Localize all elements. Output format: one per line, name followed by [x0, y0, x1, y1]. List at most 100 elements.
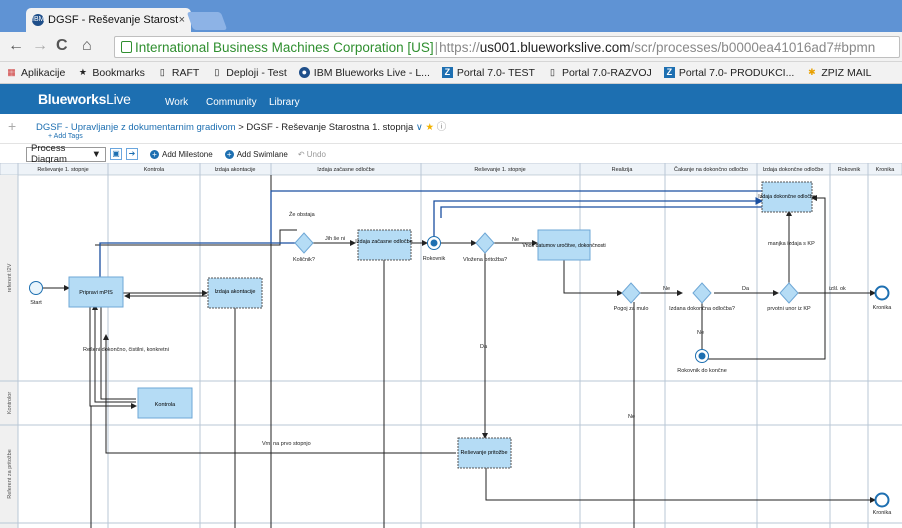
blueworks-logo[interactable]: BlueworksLive [38, 91, 131, 107]
milestone-header[interactable]: Reševanje 1. stopnje [474, 167, 525, 173]
browser-tab-strip: IBM DGSF - Reševanje Starostna × [0, 0, 902, 32]
flow-label: izšl. ok [829, 286, 846, 292]
home-icon[interactable]: ⌂ [82, 37, 92, 55]
address-bar[interactable]: International Business Machines Corporat… [114, 36, 900, 58]
milestone-header[interactable]: Čakanje na dokončno odločbo [674, 166, 748, 173]
plus-circle-icon: + [224, 149, 234, 159]
view-select-value: Process Diagram [31, 143, 67, 165]
bookmark-label: Portal 7.0- PRODUKCI... [678, 66, 795, 79]
url-path: /scr/processes/b0000ea41016ad7#bpmn [630, 39, 876, 55]
milestone-header[interactable]: Izdaja začasne odločbe [317, 167, 374, 173]
ibm-favicon-icon: IBM [32, 14, 44, 26]
breadcrumb-separator: > [238, 122, 244, 133]
breadcrumb-line: DGSF - Upravljanje z dokumentarnim gradi… [36, 119, 446, 133]
add-tags-link[interactable]: + Add Tags [48, 133, 83, 140]
task-resevanje-pritozbe[interactable]: Reševanje pritožbe [457, 437, 512, 469]
gateway-label: Vložena pritožba? [463, 257, 507, 263]
add-swimlane-button[interactable]: + Add Swimlane [224, 149, 288, 159]
event-label: Kronika [873, 510, 893, 516]
bookmark-portal-produkcija[interactable]: Z Portal 7.0- PRODUKCI... [663, 66, 795, 79]
brand-bold: Blueworks [38, 91, 107, 107]
chevron-down-icon[interactable]: ∨ [416, 122, 423, 133]
view-select[interactable]: Process Diagram ▼ [26, 143, 106, 165]
bookmark-bookmarks[interactable]: ★ Bookmarks [77, 67, 145, 79]
close-tab-icon[interactable]: × [179, 14, 185, 26]
bookmark-label: Aplikacije [21, 66, 66, 79]
flow-label: Da [480, 344, 488, 350]
end-event[interactable] [874, 492, 890, 508]
task-label: Pripravi mPIS [79, 290, 113, 296]
flow-label: Ne [663, 286, 670, 292]
nav-community[interactable]: Community [206, 97, 257, 108]
flow-label: Vrni na prvo stopnjo [262, 441, 311, 447]
bookmark-portal-razvoj[interactable]: ▯ Portal 7.0-RAZVOJ [547, 67, 652, 79]
event-label: Rokovnik do končne [677, 368, 727, 374]
nav-work[interactable]: Work [165, 97, 188, 108]
flow-label: manjka izdaja s KP [768, 241, 815, 247]
bookmark-ibm-blueworks[interactable]: ● IBM Blueworks Live - L... [298, 66, 430, 79]
flow-label: Da [742, 286, 750, 292]
timer-event-rokovnik[interactable] [427, 236, 441, 250]
lane-label[interactable]: Referent za pritožbe [7, 449, 13, 499]
milestone-header[interactable]: Kontrola [144, 167, 165, 173]
plus-icon[interactable]: + [8, 118, 16, 134]
bookmark-label: RAFT [171, 66, 200, 79]
forward-arrow-icon[interactable]: → [32, 37, 48, 55]
dropdown-arrow-icon: ▼ [91, 148, 101, 160]
start-event[interactable] [29, 281, 43, 295]
task-pripravi-mpis[interactable]: Pripravi mPIS [68, 276, 124, 308]
bookmark-raft[interactable]: ▯ RAFT [157, 67, 199, 79]
info-icon[interactable]: ⓘ [437, 122, 447, 133]
end-event[interactable] [874, 285, 890, 301]
browser-tab[interactable]: IBM DGSF - Reševanje Starostna × [26, 8, 191, 32]
tab-title: DGSF - Reševanje Starostna [48, 14, 179, 26]
expand-icon[interactable]: ➔ [126, 148, 138, 160]
milestone-header[interactable]: Realizija [612, 167, 634, 173]
bookmark-portal-test[interactable]: Z Portal 7.0- TEST [441, 67, 535, 79]
task-izdaja-akontacije[interactable]: Izdaja akontacije [207, 277, 263, 309]
task-izdaja-dokoncne[interactable]: Izdaja dokončne odločbe [758, 181, 816, 213]
z-icon: Z [441, 67, 453, 78]
milestone-header[interactable]: Reševanje 1. stopnje [37, 167, 88, 173]
process-diagram: Reševanje 1. stopnje Kontrola Izdaja ako… [0, 163, 902, 528]
breadcrumb-parent[interactable]: DGSF - Upravljanje z dokumentarnim gradi… [36, 122, 236, 133]
url-host: us001.blueworkslive.com [479, 39, 631, 55]
milestone-header[interactable]: Rokovnik [838, 167, 861, 173]
bookmark-deploji[interactable]: ▯ Deploji - Test [211, 67, 286, 79]
page-icon: ▯ [214, 67, 220, 77]
bookmark-label: Portal 7.0-RAZVOJ [561, 66, 652, 79]
omnibox-separator: | [434, 39, 439, 55]
bookmark-aplikacije[interactable]: ▦ Aplikacije [6, 67, 65, 79]
gateway-label: prvotni unor iz KP [767, 306, 811, 312]
bookmark-zpiz-mail[interactable]: ✱ ZPIZ MAIL [806, 67, 871, 79]
lane-label[interactable]: referent I2V [7, 263, 13, 292]
apps-icon: ▦ [7, 67, 16, 77]
back-arrow-icon[interactable]: ← [8, 37, 24, 55]
bookmark-label: IBM Blueworks Live - L... [313, 66, 430, 79]
ibm-icon: ● [298, 67, 310, 78]
diagram-toolbar: Process Diagram ▼ ▣ ➔ + Add Milestone + Add… [0, 143, 902, 165]
plus-circle-icon: + [150, 149, 159, 159]
flow-label: Ne [628, 414, 635, 420]
task-izdaja-zacasne[interactable]: Izdaja začasne odločbe [355, 229, 413, 261]
fit-view-icon[interactable]: ▣ [110, 148, 122, 160]
reload-icon[interactable]: C [56, 37, 68, 55]
milestone-header[interactable]: Kronika [876, 167, 896, 173]
add-swimlane-label: Add Swimlane [236, 149, 288, 159]
lane-label[interactable]: Kontrolor [7, 392, 13, 414]
undo-button[interactable]: ↶ Undo [298, 150, 326, 159]
page-icon: ▯ [549, 67, 555, 77]
milestone-header[interactable]: Izdaja dokončne odločbe [763, 167, 824, 173]
task-kontrola[interactable]: Kontrola [137, 387, 193, 419]
new-tab-button[interactable] [186, 12, 228, 30]
event-label: Rokovnik [423, 256, 446, 262]
milestone-header[interactable]: Izdaja akontacije [215, 167, 256, 173]
mail-icon: ✱ [808, 67, 816, 77]
browser-toolbar: ← → C ⌂ International Business Machines … [0, 32, 902, 62]
flow-label: Že obstaja [289, 210, 316, 218]
add-milestone-button[interactable]: + Add Milestone [150, 149, 213, 159]
event-label: Kronika [873, 305, 893, 311]
timer-event-rokovnik-do-koncne[interactable] [695, 349, 709, 363]
favorite-star-icon[interactable]: ★ [426, 122, 435, 133]
nav-library[interactable]: Library [269, 97, 300, 108]
